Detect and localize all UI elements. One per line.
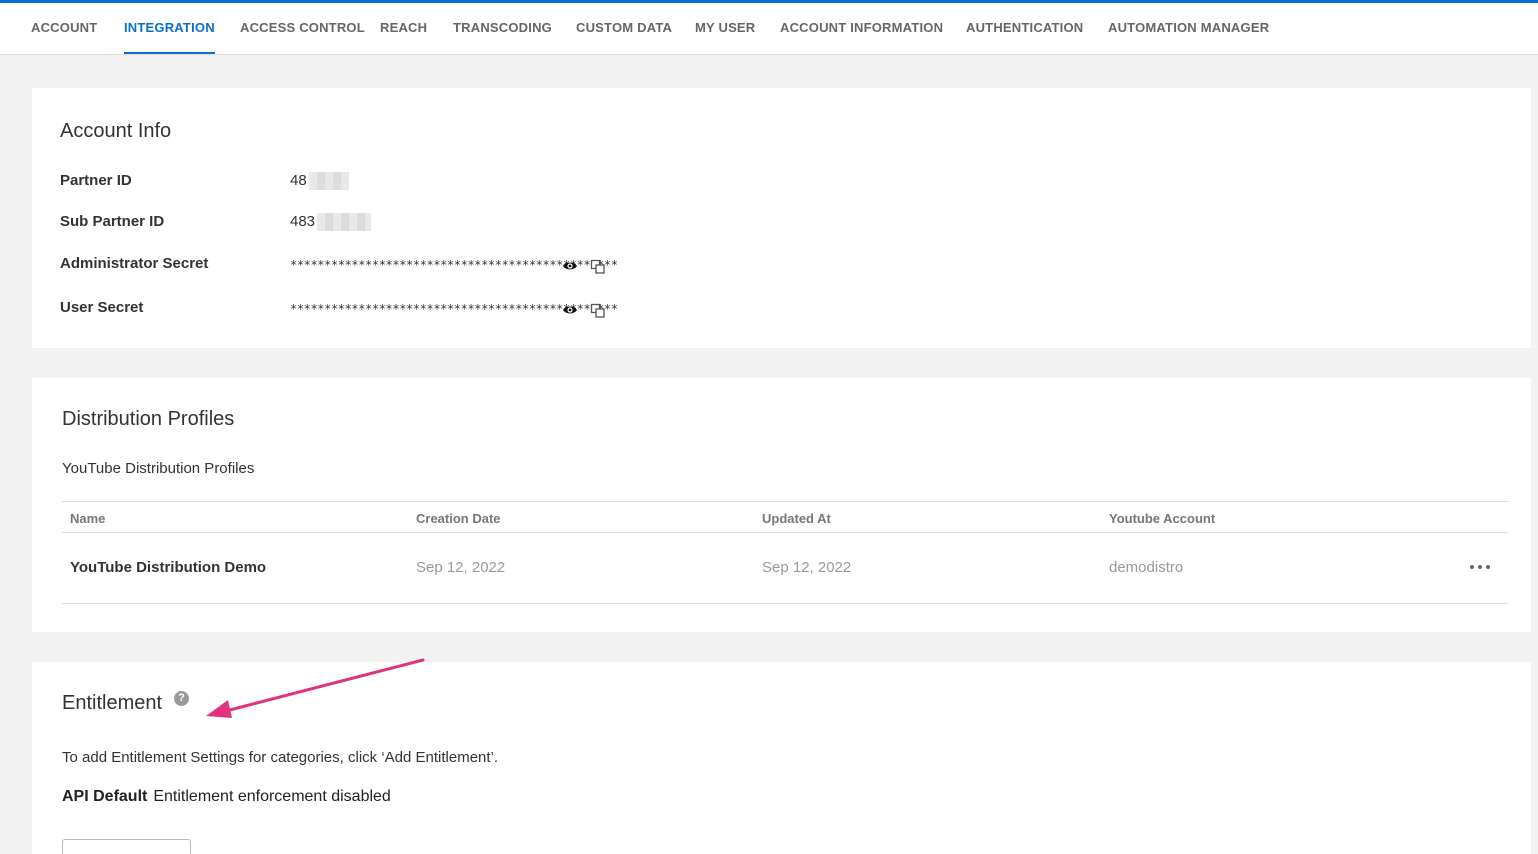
tab-access-control[interactable]: ACCESS CONTROL bbox=[240, 3, 365, 54]
eye-icon[interactable] bbox=[562, 258, 578, 274]
add-entitlement-button[interactable]: Add Entitlement bbox=[62, 839, 191, 854]
column-updated-at[interactable]: Updated At bbox=[762, 511, 831, 526]
distribution-profiles-card: Distribution Profiles YouTube Distributi… bbox=[32, 378, 1531, 632]
table-header: Name Creation Date Updated At Youtube Ac… bbox=[62, 501, 1508, 533]
partner-id-text: 48 bbox=[290, 172, 307, 189]
redacted-block bbox=[317, 213, 372, 232]
distribution-profiles-title: Distribution Profiles bbox=[62, 408, 235, 430]
row-creation-date: Sep 12, 2022 bbox=[416, 559, 506, 576]
entitlement-title: Entitlement bbox=[62, 692, 163, 714]
row-name[interactable]: YouTube Distribution Demo bbox=[70, 559, 266, 576]
api-default-value: Entitlement enforcement disabled bbox=[153, 788, 391, 805]
more-options-icon[interactable] bbox=[1468, 557, 1492, 577]
copy-icon[interactable] bbox=[590, 303, 606, 319]
partner-id-value: 48 bbox=[290, 172, 349, 191]
distribution-subtitle: YouTube Distribution Profiles bbox=[62, 460, 255, 477]
top-nav: ACCOUNT INTEGRATION ACCESS CONTROL REACH… bbox=[0, 3, 1538, 55]
tab-integration[interactable]: INTEGRATION bbox=[124, 3, 215, 54]
row-youtube-account: demodistro bbox=[1109, 559, 1184, 576]
help-icon[interactable]: ? bbox=[174, 691, 189, 706]
api-default-label: API Default bbox=[62, 788, 148, 805]
account-info-card: Account Info Partner ID 48 Sub Partner I… bbox=[32, 88, 1531, 348]
tab-account[interactable]: ACCOUNT bbox=[31, 3, 97, 54]
api-default-line: API Default Entitlement enforcement disab… bbox=[62, 788, 391, 806]
tab-custom-data[interactable]: CUSTOM DATA bbox=[576, 3, 672, 54]
entitlement-card: Entitlement ? To add Entitlement Setting… bbox=[32, 662, 1531, 854]
tab-authentication[interactable]: AUTHENTICATION bbox=[966, 3, 1083, 54]
sub-partner-id-value: 483 bbox=[290, 213, 372, 232]
eye-icon[interactable] bbox=[562, 302, 578, 318]
copy-icon[interactable] bbox=[590, 259, 606, 275]
column-creation-date[interactable]: Creation Date bbox=[416, 511, 501, 526]
sub-partner-id-text: 483 bbox=[290, 213, 316, 230]
tab-account-information[interactable]: ACCOUNT INFORMATION bbox=[780, 3, 943, 54]
redacted-block bbox=[308, 172, 349, 191]
column-name[interactable]: Name bbox=[70, 511, 105, 526]
tab-transcoding[interactable]: TRANSCODING bbox=[453, 3, 552, 54]
sub-partner-id-label: Sub Partner ID bbox=[60, 213, 165, 230]
tab-my-user[interactable]: MY USER bbox=[695, 3, 755, 54]
entitlement-description: To add Entitlement Settings for categori… bbox=[62, 749, 499, 766]
row-updated-at: Sep 12, 2022 bbox=[762, 559, 852, 576]
partner-id-label: Partner ID bbox=[60, 172, 132, 189]
admin-secret-label: Administrator Secret bbox=[60, 255, 209, 272]
tab-reach[interactable]: REACH bbox=[380, 3, 427, 54]
column-youtube-account[interactable]: Youtube Account bbox=[1109, 511, 1215, 526]
account-info-title: Account Info bbox=[60, 120, 172, 142]
tab-automation-manager[interactable]: AUTOMATION MANAGER bbox=[1108, 3, 1269, 54]
user-secret-label: User Secret bbox=[60, 299, 144, 316]
table-row[interactable]: YouTube Distribution Demo Sep 12, 2022 S… bbox=[62, 533, 1508, 604]
